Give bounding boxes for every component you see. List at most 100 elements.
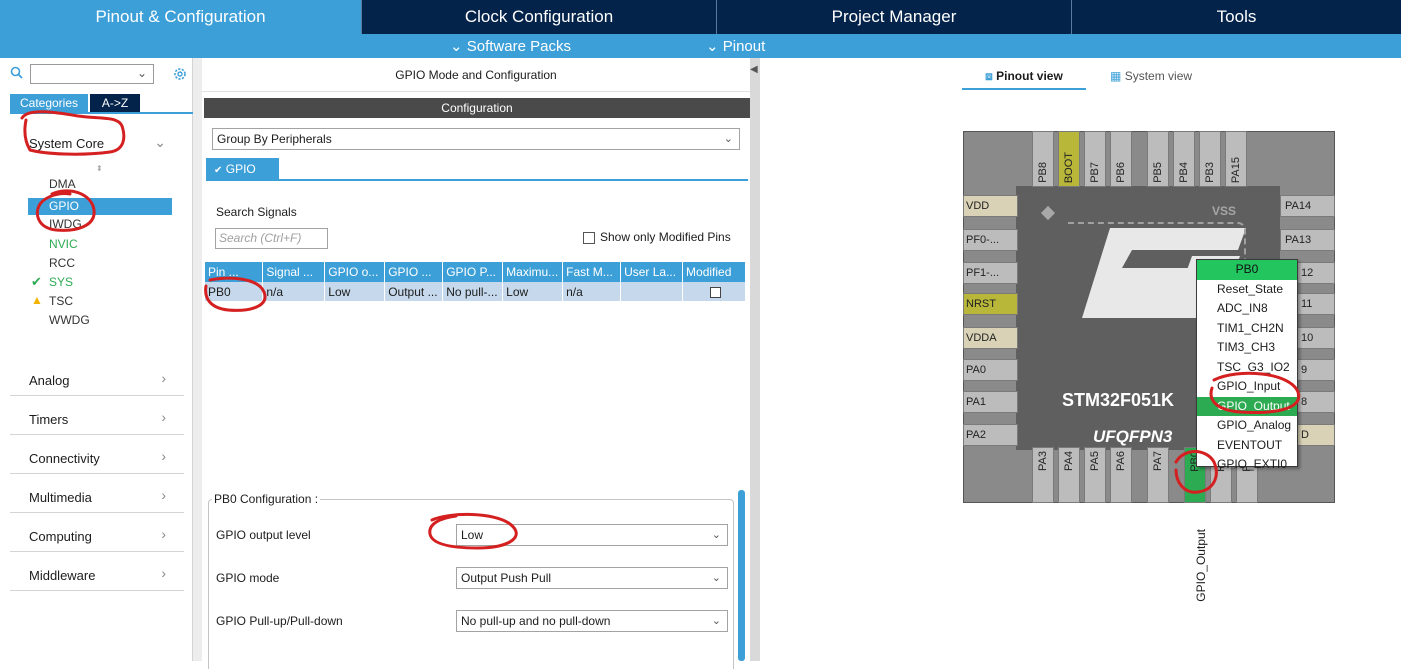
- chevron-down-icon: ⌄: [154, 134, 166, 150]
- tab-pinout-view-label: Pinout view: [996, 69, 1063, 83]
- pb0-signal-label: GPIO_Output: [1194, 529, 1208, 602]
- tab-clock-configuration[interactable]: Clock Configuration: [362, 0, 717, 34]
- menu-item-tim1-ch2n[interactable]: TIM1_CH2N: [1197, 319, 1297, 339]
- pin-pb8[interactable]: PB8: [1032, 131, 1054, 187]
- peripheral-dma[interactable]: DMA: [49, 176, 76, 192]
- software-packs-menu[interactable]: ⌄ Software Packs: [450, 37, 571, 55]
- pull-up-down-select[interactable]: No pull-up and no pull-down ⌄: [456, 610, 728, 632]
- output-level-select[interactable]: Low ⌄: [456, 524, 728, 546]
- collapse-arrow-icon[interactable]: ◀: [750, 64, 758, 75]
- table-cell: [620, 282, 684, 301]
- peripheral-rcc[interactable]: RCC: [49, 255, 75, 271]
- tab-system-view[interactable]: ▦ System view: [1110, 68, 1192, 84]
- category-label: Timers: [29, 412, 69, 427]
- column-header[interactable]: Fast M...: [562, 262, 622, 282]
- column-header[interactable]: Pin ...: [205, 262, 264, 282]
- column-header[interactable]: User La...: [620, 262, 684, 282]
- menu-item-reset-state[interactable]: Reset_State: [1197, 280, 1297, 300]
- pin-nrst[interactable]: NRST: [963, 293, 1018, 315]
- peripheral-sys[interactable]: SYS: [49, 274, 73, 290]
- pin-vdda[interactable]: VDDA: [963, 327, 1018, 349]
- pin-pa1[interactable]: PA1: [963, 391, 1018, 413]
- pin-pa13[interactable]: PA13: [1280, 229, 1335, 251]
- table-cell: Low: [324, 282, 386, 301]
- pin-pb4[interactable]: PB4: [1173, 131, 1195, 187]
- peripheral-gpio[interactable]: GPIO: [49, 198, 79, 214]
- category-label: System Core: [29, 136, 105, 151]
- show-modified-checkbox[interactable]: [583, 232, 595, 244]
- peripheral-tsc[interactable]: TSC: [49, 293, 73, 309]
- tab-gpio[interactable]: ✔ GPIO: [206, 158, 279, 180]
- category-computing[interactable]: Computing ›: [10, 516, 184, 552]
- pin-pa15[interactable]: PA15: [1225, 131, 1247, 187]
- pin-pa14[interactable]: PA14: [1280, 195, 1335, 217]
- tab-a-to-z[interactable]: A->Z: [90, 94, 140, 112]
- chevron-down-icon: ⌄: [706, 38, 719, 55]
- category-search-input[interactable]: ⌄: [30, 64, 154, 84]
- table-header-row: Pin ... Signal ... GPIO o... GPIO ... GP…: [205, 262, 746, 282]
- menu-item-gpio-output[interactable]: GPIO_Output: [1197, 396, 1297, 416]
- tab-pinout-configuration[interactable]: Pinout & Configuration: [0, 0, 362, 34]
- tab-gpio-label: GPIO: [225, 162, 256, 176]
- table-cell: Output ...: [384, 282, 444, 301]
- peripheral-nvic[interactable]: NVIC: [49, 236, 78, 252]
- category-timers[interactable]: Timers ›: [10, 399, 184, 435]
- pin-pa2[interactable]: PA2: [963, 424, 1018, 446]
- category-multimedia[interactable]: Multimedia ›: [10, 477, 184, 513]
- column-header[interactable]: GPIO ...: [384, 262, 444, 282]
- pin-pf0[interactable]: PF0-...: [963, 229, 1018, 251]
- search-signals-input[interactable]: Search (Ctrl+F): [215, 228, 328, 249]
- pull-up-down-value: No pull-up and no pull-down: [461, 614, 611, 628]
- pin-boot[interactable]: BOOT: [1058, 131, 1080, 187]
- pin-pa5[interactable]: PA5: [1084, 447, 1106, 503]
- menu-item-eventout[interactable]: EVENTOUT: [1197, 436, 1297, 456]
- tab-tools[interactable]: Tools: [1072, 0, 1401, 34]
- column-header[interactable]: Maximu...: [502, 262, 564, 282]
- left-panel-scrollbar[interactable]: [193, 58, 202, 661]
- menu-item-tim3-ch3[interactable]: TIM3_CH3: [1197, 338, 1297, 358]
- pin-pb3[interactable]: PB3: [1199, 131, 1221, 187]
- chevron-right-icon: ›: [161, 370, 166, 386]
- peripheral-iwdg[interactable]: IWDG: [49, 216, 82, 232]
- menu-item-gpio-analog[interactable]: GPIO_Analog: [1197, 416, 1297, 436]
- group-by-select[interactable]: Group By Peripherals ⌄: [212, 128, 740, 150]
- category-connectivity[interactable]: Connectivity ›: [10, 438, 184, 474]
- pin-table: Pin ... Signal ... GPIO o... GPIO ... GP…: [205, 262, 746, 301]
- pin-pb6[interactable]: PB6: [1110, 131, 1132, 187]
- modified-checkbox[interactable]: [710, 286, 722, 298]
- pinout-menu[interactable]: ⌄ Pinout: [706, 37, 765, 55]
- tab-pinout-view[interactable]: ⧈ Pinout view: [962, 68, 1086, 90]
- gear-icon[interactable]: [172, 66, 188, 82]
- menu-item-adc-in8[interactable]: ADC_IN8: [1197, 299, 1297, 319]
- tab-categories[interactable]: Categories: [10, 94, 88, 112]
- peripheral-wwdg[interactable]: WWDG: [49, 312, 90, 328]
- pin-vdd[interactable]: VDD: [963, 195, 1018, 217]
- config-scrollbar[interactable]: [738, 490, 745, 661]
- tab-project-manager[interactable]: Project Manager: [717, 0, 1072, 34]
- pin-pa6[interactable]: PA6: [1110, 447, 1132, 503]
- column-header[interactable]: GPIO P...: [442, 262, 504, 282]
- search-icon[interactable]: [10, 66, 24, 80]
- gpio-mode-select[interactable]: Output Push Pull ⌄: [456, 567, 728, 589]
- pin-pa7[interactable]: PA7: [1147, 447, 1169, 503]
- category-system-core[interactable]: System Core ⌄: [10, 122, 184, 164]
- category-analog[interactable]: Analog ›: [10, 360, 184, 396]
- column-header[interactable]: Signal ...: [262, 262, 326, 282]
- sort-icon[interactable]: ⬍: [96, 164, 103, 173]
- menu-item-gpio-exti0[interactable]: GPIO_EXTI0: [1197, 455, 1297, 475]
- column-header[interactable]: GPIO o...: [324, 262, 386, 282]
- pin-pa0[interactable]: PA0: [963, 359, 1018, 381]
- category-middleware[interactable]: Middleware ›: [10, 555, 184, 591]
- table-cell: n/a: [562, 282, 622, 301]
- menu-item-gpio-input[interactable]: GPIO_Input: [1197, 377, 1297, 397]
- pin-pb5[interactable]: PB5: [1147, 131, 1169, 187]
- pin-pa4[interactable]: PA4: [1058, 447, 1080, 503]
- column-header[interactable]: Modified: [682, 262, 746, 282]
- table-row[interactable]: PB0 n/a Low Output ... No pull-... Low n…: [205, 282, 746, 301]
- pin-pf1[interactable]: PF1-...: [963, 262, 1018, 284]
- search-signals-label: Search Signals: [216, 205, 297, 219]
- pin-pa3[interactable]: PA3: [1032, 447, 1054, 503]
- menu-item-tsc-g3-io2[interactable]: TSC_G3_IO2: [1197, 358, 1297, 378]
- panel-splitter[interactable]: ◀: [750, 58, 760, 661]
- pin-pb7[interactable]: PB7: [1084, 131, 1106, 187]
